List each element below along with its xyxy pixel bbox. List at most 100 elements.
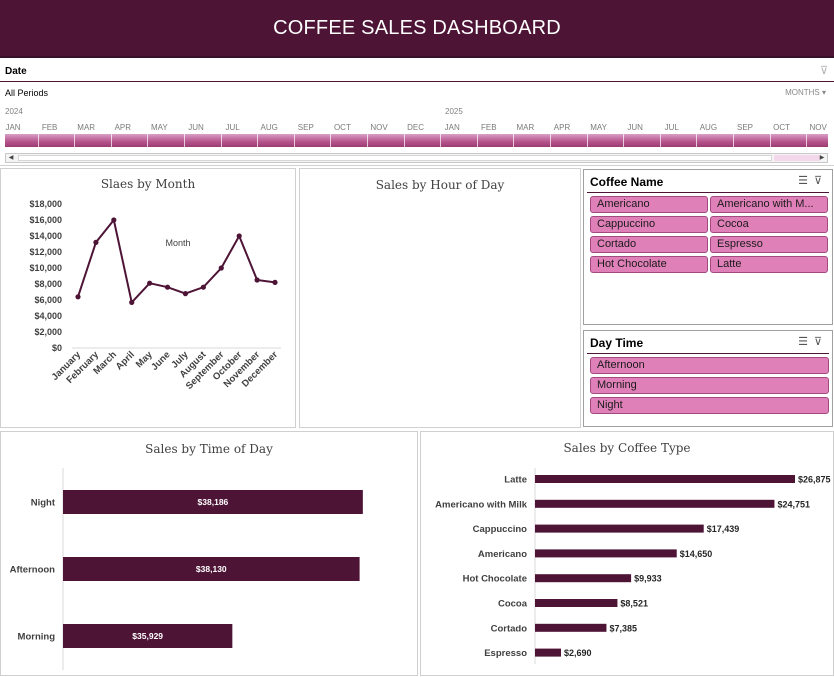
- slicer-item[interactable]: Morning: [590, 377, 829, 394]
- data-point: [218, 265, 224, 271]
- timeline-level-dropdown[interactable]: MONTHS ▾: [785, 88, 826, 97]
- slicer-item[interactable]: Night: [590, 397, 829, 414]
- clear-filter-icon[interactable]: ⊽: [814, 336, 828, 348]
- timeline-month-label[interactable]: MAR: [68, 123, 104, 132]
- slicer-divider: [587, 353, 829, 354]
- slicer-item[interactable]: Espresso: [710, 236, 828, 253]
- data-label: $35,929: [132, 631, 163, 641]
- scrollbar-selection: [774, 155, 820, 161]
- clear-filter-icon[interactable]: ⊽: [820, 64, 828, 77]
- dashboard-title: COFFEE SALES DASHBOARD: [273, 17, 561, 39]
- bar: [535, 524, 704, 533]
- coffee-name-slicer[interactable]: Coffee Name ☰⊽ Americano Americano with M…: [583, 169, 833, 325]
- timeline-month-divider: [586, 134, 588, 147]
- timeline-month-label[interactable]: FEB: [32, 123, 68, 132]
- timeline-month-label[interactable]: JAN: [434, 123, 470, 132]
- timeline-month-label[interactable]: NOV: [361, 123, 397, 132]
- timeline-header: Date ⊽: [0, 60, 834, 82]
- data-label: $9,933: [634, 574, 662, 584]
- slicer-item[interactable]: Latte: [710, 256, 828, 273]
- category-label: Cortado: [491, 623, 528, 634]
- slicer-item[interactable]: Cocoa: [710, 216, 828, 233]
- slicer-item[interactable]: Cortado: [590, 236, 708, 253]
- data-point: [111, 217, 117, 223]
- timeline-month-label[interactable]: AUG: [251, 123, 287, 132]
- y-tick-label: $16,000: [29, 215, 62, 225]
- timeline-month-label[interactable]: JUL: [654, 123, 690, 132]
- timeline-month-label[interactable]: OCT: [764, 123, 800, 132]
- timeline-month-divider: [623, 134, 625, 147]
- timeline-month-label[interactable]: JAN: [0, 123, 31, 132]
- timeline-month-divider: [513, 134, 515, 147]
- timeline-month-divider: [257, 134, 259, 147]
- data-point: [93, 239, 99, 245]
- timeline-month-label[interactable]: DEC: [398, 123, 434, 132]
- sales-by-coffee-type-chart: Latte $26,875 Americano with Milk $24,751 Ca…: [435, 468, 831, 664]
- timeline-month-label[interactable]: SEP: [727, 123, 763, 132]
- timeline-month-label[interactable]: JUL: [215, 123, 251, 132]
- timeline-month-divider: [769, 134, 771, 147]
- timeline-month-label[interactable]: MAR: [507, 123, 543, 132]
- sales-by-coffee-type-panel: Sales by Coffee Type Latte $26,875 America…: [420, 431, 834, 676]
- timeline-month-label[interactable]: APR: [544, 123, 580, 132]
- slicer-item[interactable]: Cappuccino: [590, 216, 708, 233]
- timeline-month-divider: [220, 134, 222, 147]
- date-timeline[interactable]: Date ⊽ All Periods MONTHS ▾ 2024 2025 JA…: [0, 60, 834, 166]
- timeline-field-label: Date: [5, 66, 27, 77]
- timeline-month-divider: [806, 134, 808, 147]
- timeline-month-divider: [37, 134, 39, 147]
- timeline-month-label[interactable]: NOV: [800, 123, 834, 132]
- timeline-scrollbar[interactable]: ◀ ▶: [5, 153, 828, 163]
- timeline-month-label[interactable]: FEB: [471, 123, 507, 132]
- timeline-month-label[interactable]: MAY: [581, 123, 617, 132]
- timeline-month-divider: [110, 134, 112, 147]
- y-tick-label: $10,000: [29, 263, 62, 273]
- data-point: [129, 299, 135, 305]
- timeline-month-label[interactable]: APR: [105, 123, 141, 132]
- multi-select-icon[interactable]: ☰: [798, 175, 814, 187]
- timeline-month-label[interactable]: SEP: [288, 123, 324, 132]
- data-label: $7,385: [609, 623, 637, 633]
- dashboard-header: COFFEE SALES DASHBOARD: [0, 0, 834, 58]
- data-label: $8,521: [620, 599, 648, 609]
- data-point: [236, 233, 242, 239]
- slicer-divider: [587, 192, 829, 193]
- bar: [535, 574, 632, 583]
- day-time-slicer[interactable]: Day Time ☰⊽ Afternoon Morning Night: [583, 330, 833, 427]
- data-point: [254, 277, 260, 283]
- slicer-item[interactable]: Americano with M...: [710, 196, 828, 213]
- bar: [535, 623, 607, 632]
- slicer-item[interactable]: Hot Chocolate: [590, 256, 708, 273]
- timeline-month-label[interactable]: AUG: [690, 123, 726, 132]
- data-label: $24,751: [777, 499, 810, 509]
- data-label: $17,439: [707, 524, 740, 534]
- bar: [535, 499, 775, 508]
- y-tick-label: $14,000: [29, 231, 62, 241]
- timeline-range-bar[interactable]: [5, 134, 828, 147]
- scroll-left-icon[interactable]: ◀: [6, 154, 16, 162]
- scroll-right-icon[interactable]: ▶: [817, 154, 827, 162]
- timeline-month-divider: [403, 134, 405, 147]
- timeline-month-divider: [330, 134, 332, 147]
- timeline-month-label[interactable]: JUN: [617, 123, 653, 132]
- series-line: [77, 217, 276, 305]
- timeline-month-label[interactable]: MAY: [141, 123, 177, 132]
- timeline-month-divider: [184, 134, 185, 147]
- clear-filter-icon[interactable]: ⊽: [814, 175, 828, 187]
- multi-select-icon[interactable]: ☰: [798, 336, 814, 348]
- slicer-item[interactable]: Afternoon: [590, 357, 829, 374]
- timeline-month-divider: [476, 134, 478, 147]
- data-label: $38,186: [198, 497, 229, 507]
- data-point: [75, 294, 81, 300]
- sales-by-hour-panel: Sales by Hour of Day $0$2,000$4,000$6,00…: [299, 168, 581, 428]
- timeline-month-divider: [440, 134, 442, 147]
- category-label: Night: [31, 498, 56, 509]
- scrollbar-thumb[interactable]: [18, 155, 772, 161]
- timeline-month-label[interactable]: JUN: [178, 123, 214, 132]
- timeline-periods-label: All Periods: [5, 88, 49, 98]
- timeline-month-divider: [293, 134, 295, 147]
- slicer-item[interactable]: Americano: [590, 196, 708, 213]
- slicer-toolbar: ☰⊽: [798, 335, 828, 348]
- data-point: [147, 280, 153, 286]
- timeline-month-label[interactable]: OCT: [324, 123, 360, 132]
